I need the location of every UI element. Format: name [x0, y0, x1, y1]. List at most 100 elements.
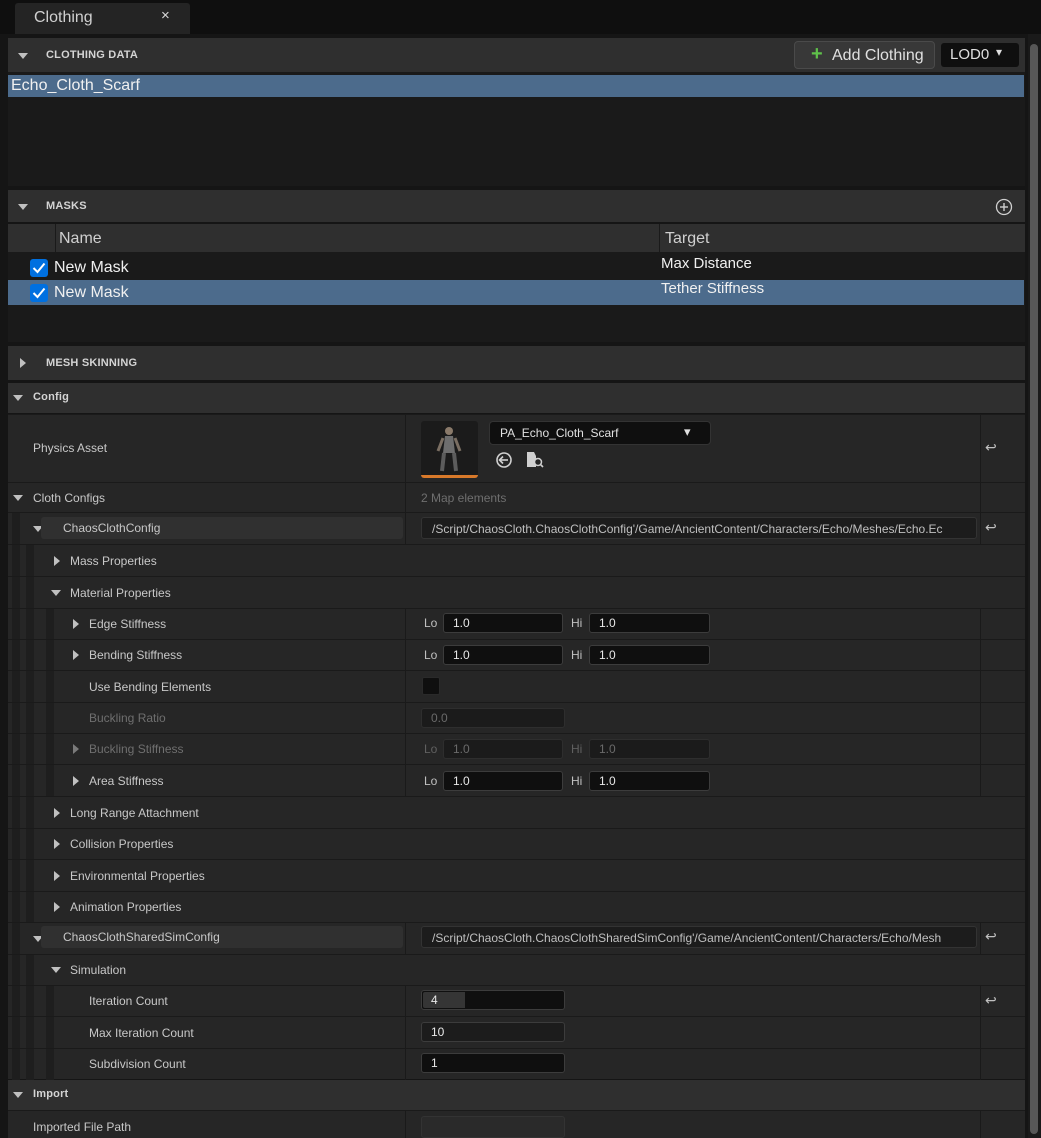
column-header-target[interactable]: Target	[660, 224, 1025, 252]
config-path-field[interactable]: /Script/ChaosCloth.ChaosClothSharedSimCo…	[421, 926, 977, 948]
edge-stiffness-hi-input[interactable]: 1.0	[589, 613, 710, 633]
add-mask-icon[interactable]	[995, 198, 1013, 216]
collapse-arrow-icon[interactable]	[51, 967, 61, 973]
close-icon[interactable]: ×	[161, 7, 170, 24]
hi-label: Hi	[571, 774, 583, 788]
config-key-value: ChaosClothSharedSimConfig	[63, 930, 220, 944]
table-row[interactable]: New Mask Max Distance	[8, 255, 1024, 279]
reset-to-default-icon[interactable]: ↩	[985, 928, 997, 945]
material-properties-row[interactable]: Material Properties	[8, 576, 1025, 609]
collapse-arrow-icon[interactable]	[51, 590, 61, 596]
mask-name: New Mask	[54, 259, 129, 276]
collapse-arrow-icon[interactable]	[13, 1092, 23, 1098]
expand-arrow-icon[interactable]	[73, 776, 79, 786]
lo-label: Lo	[424, 648, 438, 662]
mask-enabled-checkbox[interactable]	[30, 259, 48, 277]
buckling-stiffness-lo-input[interactable]: 1.0	[443, 739, 563, 759]
table-row[interactable]: New Mask Tether Stiffness	[8, 280, 1024, 305]
column-label: Name	[59, 230, 102, 247]
add-clothing-label: Add Clothing	[832, 47, 924, 64]
reset-to-default-icon[interactable]: ↩	[985, 519, 997, 536]
lo-label: Lo	[424, 742, 438, 756]
lo-label: Lo	[424, 616, 438, 630]
add-clothing-button[interactable]: + Add Clothing	[794, 41, 935, 69]
use-selected-asset-icon[interactable]	[495, 451, 513, 469]
mask-target: Max Distance	[661, 255, 752, 272]
input-value: 1	[431, 1056, 438, 1070]
buckling-ratio-input[interactable]: 0.0	[421, 708, 565, 728]
hi-label: Hi	[571, 616, 583, 630]
config-key-field[interactable]: ChaosClothConfig	[41, 517, 403, 539]
chevron-down-icon: ▾	[996, 45, 1003, 59]
area-stiffness-lo-input[interactable]: 1.0	[443, 771, 563, 791]
expand-arrow-icon[interactable]	[20, 358, 26, 368]
mass-properties-row[interactable]: Mass Properties	[8, 544, 1025, 577]
expand-arrow-icon[interactable]	[54, 808, 60, 818]
list-item[interactable]: Echo_Cloth_Scarf	[8, 75, 1024, 97]
import-category[interactable]: Import	[8, 1080, 1025, 1110]
config-category[interactable]: Config	[8, 383, 1025, 413]
column-header-name[interactable]: Name	[56, 224, 659, 252]
physics-asset-thumbnail[interactable]	[421, 421, 478, 478]
imported-file-path-input[interactable]	[421, 1116, 565, 1138]
iteration-count-slider[interactable]: 4	[421, 990, 565, 1010]
thumbnail-accent	[421, 475, 478, 478]
masks-header[interactable]: MASKS	[8, 190, 1025, 222]
scrollbar[interactable]	[1028, 34, 1041, 1138]
bending-stiffness-hi-input[interactable]: 1.0	[589, 645, 710, 665]
tab-clothing[interactable]: Clothing ×	[15, 3, 190, 34]
subdivision-count-input[interactable]: 1	[421, 1053, 565, 1073]
expand-arrow-icon[interactable]	[73, 650, 79, 660]
reset-to-default-icon[interactable]: ↩	[985, 439, 997, 456]
mesh-skinning-header[interactable]: MESH SKINNING	[8, 346, 1025, 380]
config-key-field[interactable]: ChaosClothSharedSimConfig	[41, 926, 403, 948]
collision-properties-row[interactable]: Collision Properties	[8, 828, 1025, 860]
collapse-arrow-icon[interactable]	[18, 53, 28, 59]
expand-arrow-icon[interactable]	[54, 871, 60, 881]
config-key-value: ChaosClothConfig	[63, 521, 161, 535]
config-path-value: /Script/ChaosCloth.ChaosClothSharedSimCo…	[432, 931, 942, 945]
environmental-properties-row[interactable]: Environmental Properties	[8, 859, 1025, 892]
expand-arrow-icon[interactable]	[73, 619, 79, 629]
property-label: Cloth Configs	[33, 491, 106, 505]
collapse-arrow-icon[interactable]	[13, 495, 23, 501]
bending-stiffness-lo-input[interactable]: 1.0	[443, 645, 563, 665]
browse-asset-icon[interactable]	[525, 450, 545, 470]
lod-dropdown[interactable]: LOD0 ▾	[941, 43, 1019, 67]
hi-label: Hi	[571, 742, 583, 756]
expand-arrow-icon[interactable]	[54, 556, 60, 566]
input-value: 1.0	[599, 648, 616, 662]
collapse-arrow-icon[interactable]	[13, 395, 23, 401]
max-iteration-count-input[interactable]: 10	[421, 1022, 565, 1042]
reset-to-default-icon[interactable]: ↩	[985, 992, 997, 1009]
config-path-field[interactable]: /Script/ChaosCloth.ChaosClothConfig'/Gam…	[421, 517, 977, 539]
long-range-attachment-row[interactable]: Long Range Attachment	[8, 796, 1025, 829]
scrollbar-thumb[interactable]	[1030, 44, 1038, 1134]
collapse-arrow-icon[interactable]	[18, 204, 28, 210]
expand-arrow-icon[interactable]	[54, 902, 60, 912]
section-title: CLOTHING DATA	[46, 49, 139, 61]
mask-enabled-checkbox[interactable]	[30, 284, 48, 302]
section-title: MESH SKINNING	[46, 357, 138, 369]
mask-name: New Mask	[54, 284, 129, 301]
group-label: Collision Properties	[70, 837, 174, 851]
property-label: Physics Asset	[33, 441, 108, 455]
edge-stiffness-lo-input[interactable]: 1.0	[443, 613, 563, 633]
input-value: 10	[431, 1025, 445, 1039]
area-stiffness-hi-input[interactable]: 1.0	[589, 771, 710, 791]
category-title: Import	[33, 1088, 69, 1100]
expand-arrow-icon[interactable]	[73, 744, 79, 754]
buckling-stiffness-hi-input[interactable]: 1.0	[589, 739, 710, 759]
input-value: 1.0	[599, 742, 616, 756]
expand-arrow-icon[interactable]	[54, 839, 60, 849]
simulation-row[interactable]: Simulation	[8, 954, 1025, 986]
group-label: Material Properties	[70, 586, 171, 600]
slider-fill	[423, 992, 465, 1008]
animation-properties-row[interactable]: Animation Properties	[8, 891, 1025, 923]
column-label: Target	[665, 230, 710, 247]
physics-asset-picker[interactable]: PA_Echo_Cloth_Scarf ▾	[489, 421, 711, 445]
use-bending-elements-checkbox[interactable]	[422, 677, 440, 695]
checkmark-icon	[32, 287, 46, 299]
property-label: Subdivision Count	[89, 1057, 186, 1071]
section-title: MASKS	[46, 200, 87, 212]
